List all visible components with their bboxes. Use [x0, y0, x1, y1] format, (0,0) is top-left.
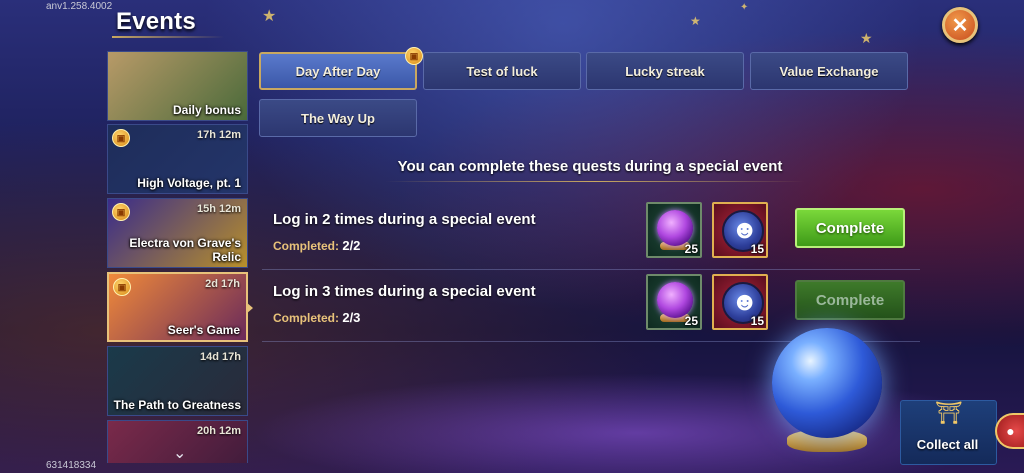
scroll-down-icon[interactable]: ⌄ — [173, 443, 186, 463]
event-item-path-to-greatness[interactable]: 14d 17h The Path to Greatness — [107, 346, 248, 416]
event-timer: 15h 12m — [196, 203, 241, 215]
gift-icon: ▣ — [113, 278, 131, 296]
close-icon: ✕ — [951, 14, 969, 37]
event-name: The Path to Greatness — [113, 398, 241, 412]
reward-quantity: 15 — [750, 242, 764, 256]
quest-progress: Completed: 2/3 — [273, 310, 360, 325]
event-name: Daily bonus — [172, 103, 241, 117]
quest-row: Log in 2 times during a special event Co… — [262, 198, 920, 270]
quest-title: Log in 3 times during a special event — [273, 283, 536, 300]
reward-quantity: 15 — [750, 314, 764, 328]
reward-item[interactable]: 15 — [712, 274, 768, 330]
tab-day-after-day[interactable]: Day After Day — [259, 52, 417, 90]
tab-value-exchange[interactable]: Value Exchange — [750, 52, 908, 90]
progress-value: 2/2 — [342, 238, 361, 253]
gift-icon: ▣ — [112, 203, 130, 221]
quest-subtitle: You can complete these quests during a s… — [397, 158, 783, 175]
progress-value: 2/3 — [342, 310, 361, 325]
scroll-map-icon: ⛩ — [935, 400, 963, 425]
event-name: High Voltage, pt. 1 — [137, 176, 241, 190]
crystal-ball-decoration — [772, 328, 882, 438]
reward-item[interactable]: 25 — [646, 202, 702, 258]
video-record-icon[interactable]: ● — [995, 413, 1024, 449]
reward-item[interactable]: 15 — [712, 202, 768, 258]
progress-label: Completed: — [273, 239, 339, 253]
event-name: Seer's Game — [167, 323, 240, 337]
event-list[interactable]: Daily bonus ▣ 17h 12m High Voltage, pt. … — [107, 51, 248, 463]
title-underline — [112, 36, 224, 38]
event-name: Electra von Grave's Relic — [129, 236, 241, 264]
purple-orb-icon — [657, 282, 693, 318]
reward-quantity: 25 — [684, 314, 698, 328]
quest-progress: Completed: 2/2 — [273, 238, 360, 253]
event-timer: 20h 12m — [196, 425, 241, 437]
user-id-label: 631418334 — [46, 460, 97, 471]
tab-lucky-streak[interactable]: Lucky streak — [586, 52, 744, 90]
star-decoration: ★ — [860, 30, 873, 46]
event-item-daily-bonus[interactable]: Daily bonus — [107, 51, 248, 121]
reward-item[interactable]: 25 — [646, 274, 702, 330]
gift-icon: ▣ — [112, 129, 130, 147]
collect-all-label[interactable]: Collect all — [900, 437, 995, 452]
version-label: anv1.258.4002 — [46, 1, 113, 12]
purple-orb-icon — [657, 210, 693, 246]
event-item-electra-relic[interactable]: ▣ 15h 12m Electra von Grave's Relic — [107, 198, 248, 268]
close-button[interactable]: ✕ — [942, 7, 978, 43]
gift-icon: ▣ — [405, 47, 423, 65]
event-timer: 14d 17h — [200, 351, 241, 363]
star-decoration: ★ — [262, 8, 277, 25]
progress-label: Completed: — [273, 311, 339, 325]
subtitle-divider — [385, 181, 805, 182]
star-decoration: ✦ — [740, 2, 749, 13]
event-item-seers-game[interactable]: ▣ 2d 17h Seer's Game — [107, 272, 248, 342]
star-decoration: ★ — [690, 14, 701, 28]
complete-button-disabled[interactable]: Complete — [795, 280, 905, 320]
event-timer: 2d 17h — [205, 278, 240, 290]
event-item-high-voltage[interactable]: ▣ 17h 12m High Voltage, pt. 1 — [107, 124, 248, 194]
reward-quantity: 25 — [684, 242, 698, 256]
complete-button[interactable]: Complete — [795, 208, 905, 248]
tab-the-way-up[interactable]: The Way Up — [259, 99, 417, 137]
quest-title: Log in 2 times during a special event — [273, 211, 536, 228]
tab-test-of-luck[interactable]: Test of luck — [423, 52, 581, 90]
event-timer: 17h 12m — [196, 129, 241, 141]
page-title: Events — [116, 8, 196, 35]
active-event-pointer — [246, 302, 253, 314]
